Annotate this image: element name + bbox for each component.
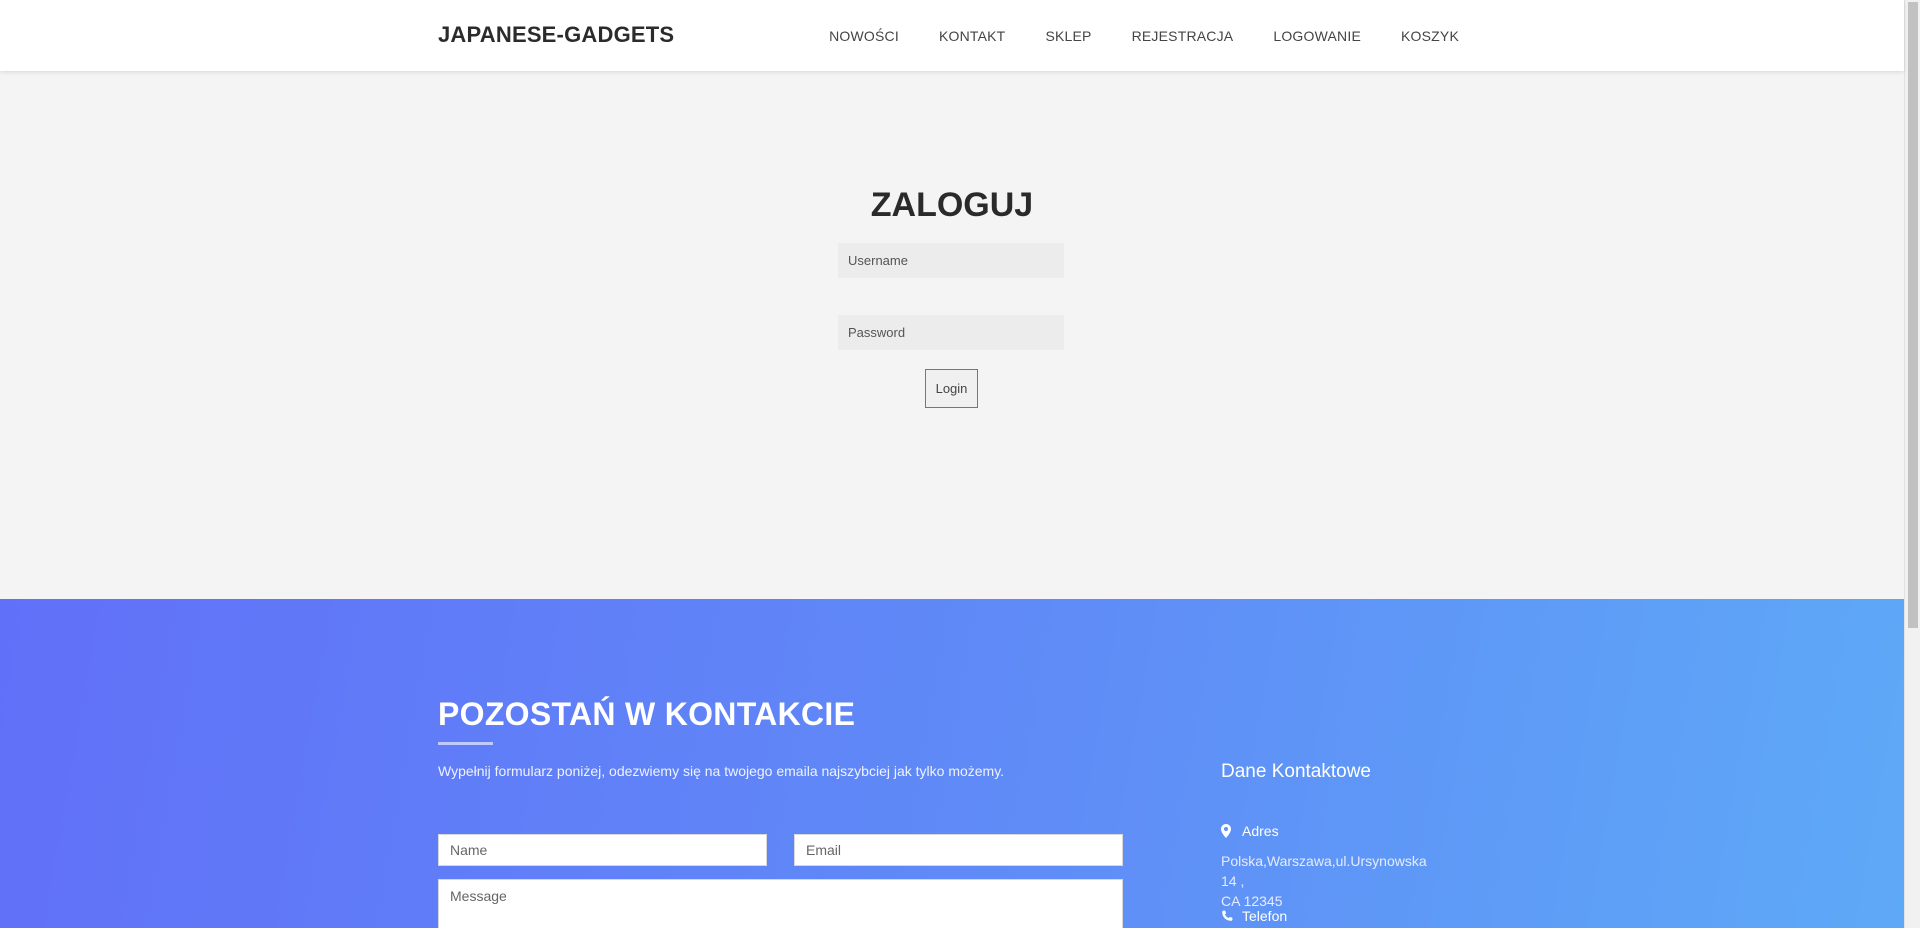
nav-item-logowanie[interactable]: LOGOWANIE — [1273, 28, 1361, 44]
email-field[interactable] — [794, 834, 1123, 866]
username-input[interactable] — [838, 243, 1064, 278]
password-input[interactable] — [838, 315, 1064, 350]
address-line-1: Polska,Warszawa,ul.Ursynowska 14 , — [1221, 853, 1427, 889]
message-field[interactable] — [438, 879, 1123, 928]
login-button[interactable]: Login — [925, 369, 978, 408]
contact-title: POZOSTAŃ W KONTAKCIE — [438, 696, 856, 732]
brand-logo[interactable]: JAPANESE-GADGETS — [438, 22, 674, 48]
contact-info-title: Dane Kontaktowe — [1221, 761, 1371, 782]
login-title: ZALOGUJ — [870, 186, 1034, 224]
title-underline — [438, 742, 493, 745]
phone-label: Telefon — [1242, 908, 1288, 924]
contact-description: Wypełnij formularz poniżej, odezwiemy si… — [438, 763, 1005, 779]
page-scrollbar[interactable] — [1904, 0, 1920, 928]
address-value: Polska,Warszawa,ul.Ursynowska 14 , CA 12… — [1221, 851, 1441, 911]
nav-item-nowosci[interactable]: NOWOŚCI — [829, 28, 899, 44]
contact-section: POZOSTAŃ W KONTAKCIE Wypełnij formularz … — [0, 599, 1904, 928]
phone-label-row: Telefon — [1221, 908, 1287, 924]
address-label-row: Adres — [1221, 823, 1279, 839]
map-marker-icon — [1221, 824, 1233, 838]
nav-item-kontakt[interactable]: KONTAKT — [939, 28, 1005, 44]
name-field[interactable] — [438, 834, 767, 866]
nav-item-rejestracja[interactable]: REJESTRACJA — [1132, 28, 1234, 44]
main-nav: NOWOŚCI KONTAKT SKLEP REJESTRACJA LOGOWA… — [829, 28, 1459, 44]
navbar: JAPANESE-GADGETS NOWOŚCI KONTAKT SKLEP R… — [0, 0, 1904, 71]
phone-icon — [1221, 909, 1233, 923]
scrollbar-thumb[interactable] — [1908, 2, 1918, 628]
login-section: ZALOGUJ Login — [0, 71, 1904, 599]
address-label: Adres — [1242, 823, 1279, 839]
nav-item-koszyk[interactable]: KOSZYK — [1401, 28, 1459, 44]
nav-item-sklep[interactable]: SKLEP — [1045, 28, 1091, 44]
